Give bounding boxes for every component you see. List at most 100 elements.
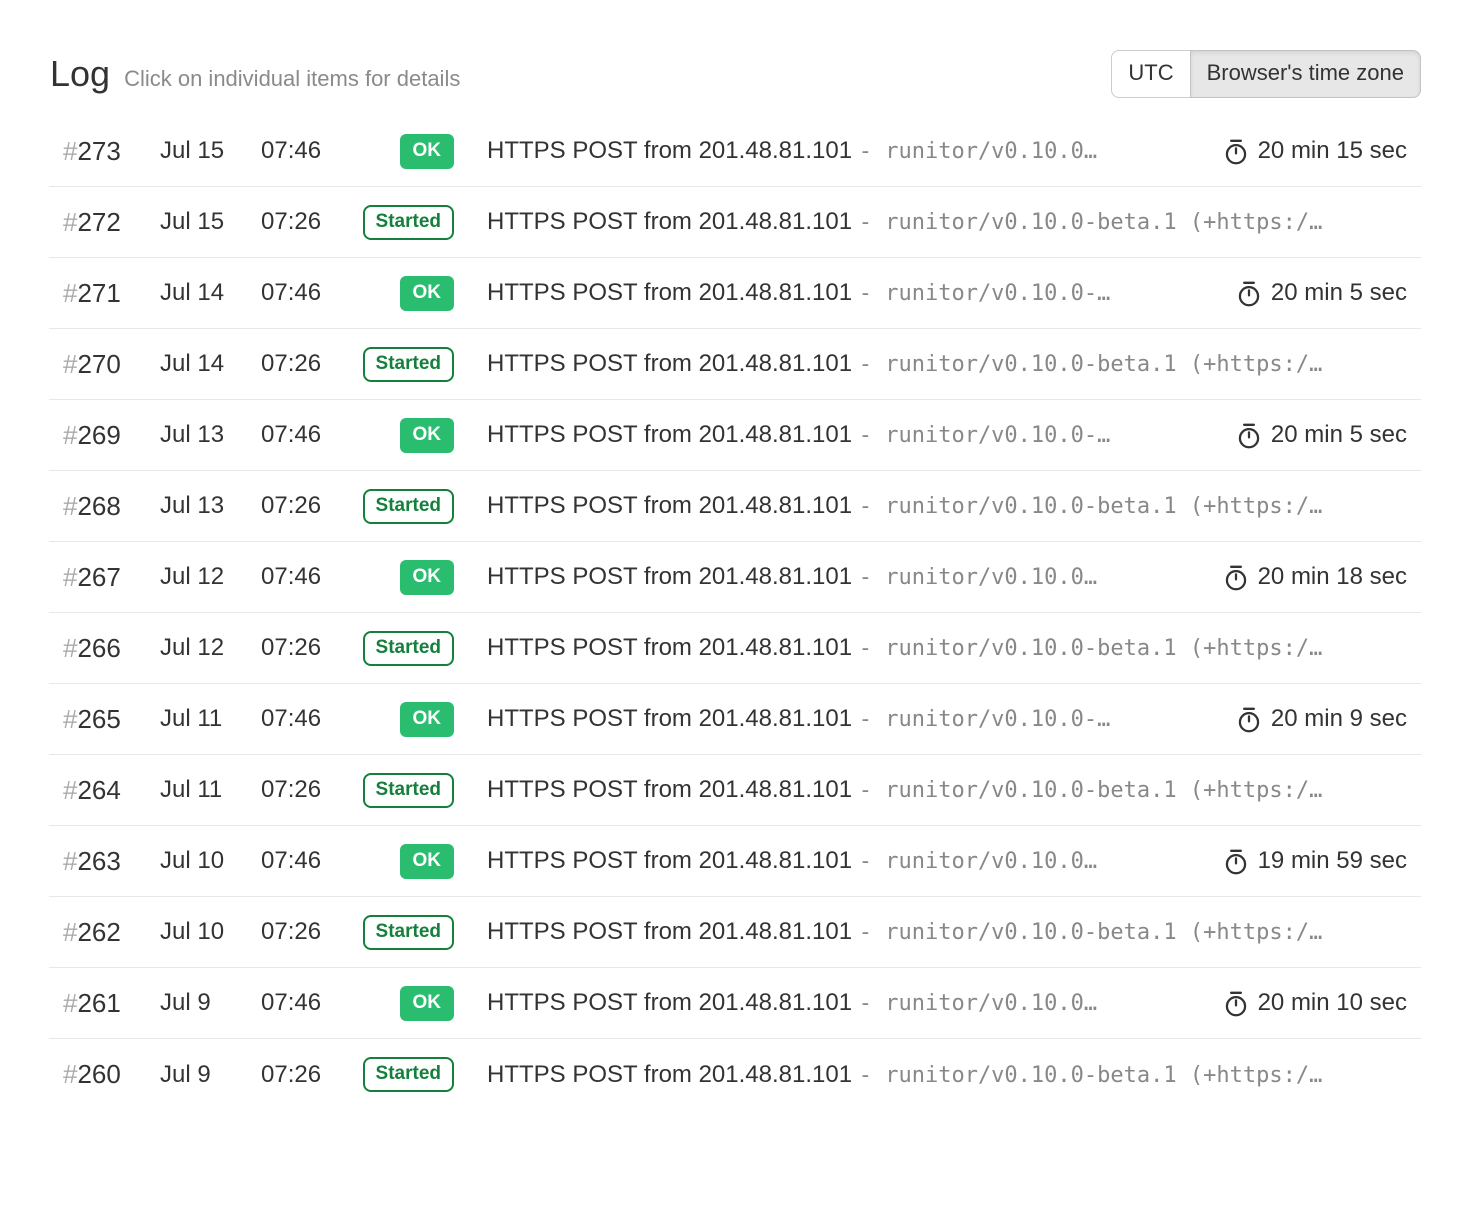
entry-number-hash: # [63,491,77,521]
status-badge-cell: OK [329,276,454,311]
entry-time: 07:26 [261,492,329,520]
entry-number: #265 [63,704,160,735]
entry-date: Jul 10 [160,847,261,875]
entry-agent: - runitor/v0.10.0… [859,991,1097,1016]
entry-message: HTTPS POST from 201.48.81.101 [487,421,852,448]
entry-time: 07:26 [261,1061,329,1089]
entry-number: #268 [63,491,160,522]
log-row[interactable]: #272 Jul 15 07:26 Started HTTPS POST fro… [49,187,1421,258]
entry-number-hash: # [63,775,77,805]
entry-date: Jul 15 [160,137,261,165]
entry-time: 07:46 [261,279,329,307]
log-row[interactable]: #262 Jul 10 07:26 Started HTTPS POST fro… [49,897,1421,968]
status-badge-cell: OK [329,986,454,1021]
entry-agent: - runitor/v0.10.0-beta.1 (+https:/… [859,778,1323,803]
entry-number: #272 [63,207,160,238]
status-badge: Started [363,347,454,382]
entry-date: Jul 14 [160,279,261,307]
log-row[interactable]: #269 Jul 13 07:46 OK HTTPS POST from 201… [49,400,1421,471]
status-badge: OK [400,276,455,311]
status-badge: Started [363,205,454,240]
entry-duration: 20 min 18 sec [1223,563,1407,591]
stopwatch-icon [1223,138,1249,165]
duration-text: 20 min 18 sec [1258,563,1407,591]
entry-duration: 20 min 10 sec [1223,989,1407,1017]
entry-time: 07:46 [261,421,329,449]
entry-agent: - runitor/v0.10.0-beta.1 (+https:/… [859,636,1323,661]
status-badge-cell: OK [329,418,454,453]
stopwatch-icon [1223,564,1249,591]
status-badge: OK [400,844,455,879]
entry-date: Jul 12 [160,634,261,662]
log-row[interactable]: #267 Jul 12 07:46 OK HTTPS POST from 201… [49,542,1421,613]
entry-number-value: 272 [77,207,120,237]
entry-number-value: 264 [77,775,120,805]
log-row[interactable]: #265 Jul 11 07:46 OK HTTPS POST from 201… [49,684,1421,755]
entry-duration: 20 min 15 sec [1223,137,1407,165]
log-row[interactable]: #263 Jul 10 07:46 OK HTTPS POST from 201… [49,826,1421,897]
entry-number-hash: # [63,278,77,308]
log-row[interactable]: #266 Jul 12 07:26 Started HTTPS POST fro… [49,613,1421,684]
log-row[interactable]: #271 Jul 14 07:46 OK HTTPS POST from 201… [49,258,1421,329]
entry-number: #270 [63,349,160,380]
entry-number: #261 [63,988,160,1019]
log-row[interactable]: #273 Jul 15 07:46 OK HTTPS POST from 201… [49,116,1421,187]
entry-number-hash: # [63,846,77,876]
status-badge: Started [363,489,454,524]
entry-time: 07:26 [261,634,329,662]
entry-date: Jul 10 [160,918,261,946]
entry-number: #271 [63,278,160,309]
entry-agent: - runitor/v0.10.0-beta.1 (+https:/… [859,920,1323,945]
utc-button[interactable]: UTC [1111,50,1190,97]
entry-number: #264 [63,775,160,806]
entry-agent: - runitor/v0.10.0… [859,565,1097,590]
entry-message: HTTPS POST from 201.48.81.101 [487,492,852,519]
duration-text: 20 min 5 sec [1271,421,1407,449]
entry-number-hash: # [63,349,77,379]
entry-number-hash: # [63,420,77,450]
browser-timezone-button[interactable]: Browser's time zone [1190,50,1421,97]
duration-text: 20 min 10 sec [1258,989,1407,1017]
status-badge-cell: Started [329,631,454,666]
stopwatch-icon [1223,990,1249,1017]
entry-agent: - runitor/v0.10.0-… [859,707,1111,732]
entry-agent: - runitor/v0.10.0-beta.1 (+https:/… [859,1063,1323,1088]
entry-message: HTTPS POST from 201.48.81.101 [487,563,852,590]
entry-time: 07:46 [261,847,329,875]
entry-message: HTTPS POST from 201.48.81.101 [487,776,852,803]
entry-date: Jul 9 [160,1061,261,1089]
entry-message: HTTPS POST from 201.48.81.101 [487,918,852,945]
status-badge: OK [400,986,455,1021]
entry-message: HTTPS POST from 201.48.81.101 [487,137,852,164]
entry-message: HTTPS POST from 201.48.81.101 [487,350,852,377]
entry-message: HTTPS POST from 201.48.81.101 [487,208,852,235]
entry-time: 07:46 [261,989,329,1017]
status-badge: OK [400,560,455,595]
entry-number: #269 [63,420,160,451]
log-row[interactable]: #261 Jul 9 07:46 OK HTTPS POST from 201.… [49,968,1421,1039]
entry-number-value: 265 [77,704,120,734]
entry-number-value: 266 [77,633,120,663]
log-row[interactable]: #264 Jul 11 07:26 Started HTTPS POST fro… [49,755,1421,826]
page-title: Log [50,53,110,94]
status-badge: OK [400,702,455,737]
entry-number: #262 [63,917,160,948]
status-badge: Started [363,1057,454,1092]
log-row[interactable]: #260 Jul 9 07:26 Started HTTPS POST from… [49,1039,1421,1110]
entry-agent: - runitor/v0.10.0-beta.1 (+https:/… [859,494,1323,519]
entry-agent: - runitor/v0.10.0-beta.1 (+https:/… [859,352,1323,377]
entry-description: HTTPS POST from 201.48.81.101 - runitor/… [487,421,1220,449]
entry-description: HTTPS POST from 201.48.81.101 - runitor/… [487,350,1407,378]
page-subtitle: Click on individual items for details [124,66,460,91]
status-badge: OK [400,418,455,453]
duration-text: 20 min 5 sec [1271,279,1407,307]
entry-message: HTTPS POST from 201.48.81.101 [487,634,852,661]
status-badge-cell: Started [329,205,454,240]
log-row[interactable]: #268 Jul 13 07:26 Started HTTPS POST fro… [49,471,1421,542]
log-row[interactable]: #270 Jul 14 07:26 Started HTTPS POST fro… [49,329,1421,400]
entry-date: Jul 12 [160,563,261,591]
entry-number: #263 [63,846,160,877]
entry-time: 07:46 [261,705,329,733]
entry-number-hash: # [63,704,77,734]
status-badge-cell: Started [329,773,454,808]
